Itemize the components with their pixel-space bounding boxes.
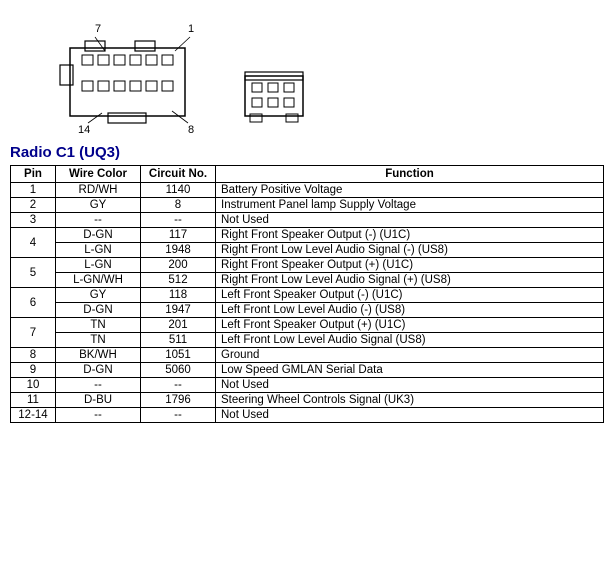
cell-pin: 12-14: [11, 408, 56, 423]
cell-pin: 2: [11, 198, 56, 213]
header-circuit-no: Circuit No.: [141, 166, 216, 183]
cell-circuit-no: --: [141, 408, 216, 423]
cell-wire-color: L-GN: [56, 243, 141, 258]
cell-pin: 11: [11, 393, 56, 408]
cell-wire-color: --: [56, 213, 141, 228]
cell-function: Not Used: [216, 408, 604, 423]
cell-function: Left Front Low Level Audio (-) (US8): [216, 303, 604, 318]
cell-pin: 3: [11, 213, 56, 228]
cell-function: Left Front Low Level Audio Signal (US8): [216, 333, 604, 348]
header-wire-color: Wire Color: [56, 166, 141, 183]
table-row: 10----Not Used: [11, 378, 604, 393]
label-8: 8: [188, 124, 194, 136]
cell-wire-color: GY: [56, 288, 141, 303]
cell-pin: 7: [11, 318, 56, 348]
cell-function: Instrument Panel lamp Supply Voltage: [216, 198, 604, 213]
label-7: 7: [95, 23, 101, 35]
cell-wire-color: D-BU: [56, 393, 141, 408]
small-connector-svg: [240, 68, 310, 128]
cell-circuit-no: 512: [141, 273, 216, 288]
cell-pin: 4: [11, 228, 56, 258]
cell-pin: 1: [11, 183, 56, 198]
cell-wire-color: TN: [56, 318, 141, 333]
cell-circuit-no: 1796: [141, 393, 216, 408]
cell-wire-color: BK/WH: [56, 348, 141, 363]
cell-function: Steering Wheel Controls Signal (UK3): [216, 393, 604, 408]
cell-function: Right Front Speaker Output (+) (U1C): [216, 258, 604, 273]
cell-pin: 6: [11, 288, 56, 318]
table-row: 3----Not Used: [11, 213, 604, 228]
cell-circuit-no: 1051: [141, 348, 216, 363]
cell-wire-color: TN: [56, 333, 141, 348]
table-row: 11D-BU1796Steering Wheel Controls Signal…: [11, 393, 604, 408]
cell-function: Right Front Speaker Output (-) (U1C): [216, 228, 604, 243]
table-row: D-GN1947Left Front Low Level Audio (-) (…: [11, 303, 604, 318]
cell-circuit-no: 8: [141, 198, 216, 213]
cell-circuit-no: 1947: [141, 303, 216, 318]
table-row: 7TN201Left Front Speaker Output (+) (U1C…: [11, 318, 604, 333]
cell-pin: 8: [11, 348, 56, 363]
section-title: Radio C1 (UQ3): [10, 144, 604, 161]
header-function: Function: [216, 166, 604, 183]
label-14: 14: [78, 124, 90, 136]
cell-function: Right Front Low Level Audio Signal (-) (…: [216, 243, 604, 258]
cell-wire-color: GY: [56, 198, 141, 213]
cell-function: Low Speed GMLAN Serial Data: [216, 363, 604, 378]
page-container: 7 1 14 8: [0, 0, 614, 431]
cell-function: Right Front Low Level Audio Signal (+) (…: [216, 273, 604, 288]
table-row: 12-14----Not Used: [11, 408, 604, 423]
table-row: L-GN1948Right Front Low Level Audio Sign…: [11, 243, 604, 258]
cell-function: Not Used: [216, 213, 604, 228]
label-1: 1: [188, 23, 194, 35]
cell-wire-color: L-GN/WH: [56, 273, 141, 288]
cell-function: Left Front Speaker Output (-) (U1C): [216, 288, 604, 303]
cell-circuit-no: 1948: [141, 243, 216, 258]
cell-circuit-no: 201: [141, 318, 216, 333]
diagram-area: 7 1 14 8: [10, 8, 604, 138]
cell-pin: 5: [11, 258, 56, 288]
cell-pin: 10: [11, 378, 56, 393]
wiring-table: Pin Wire Color Circuit No. Function 1RD/…: [10, 165, 604, 423]
cell-wire-color: D-GN: [56, 363, 141, 378]
cell-wire-color: D-GN: [56, 303, 141, 318]
table-row: 6GY118Left Front Speaker Output (-) (U1C…: [11, 288, 604, 303]
cell-circuit-no: 117: [141, 228, 216, 243]
table-row: L-GN/WH512Right Front Low Level Audio Si…: [11, 273, 604, 288]
cell-function: Not Used: [216, 378, 604, 393]
cell-wire-color: --: [56, 408, 141, 423]
table-row: 8BK/WH1051Ground: [11, 348, 604, 363]
cell-pin: 9: [11, 363, 56, 378]
cell-circuit-no: --: [141, 378, 216, 393]
table-row: 4D-GN117Right Front Speaker Output (-) (…: [11, 228, 604, 243]
table-row: 9D-GN5060Low Speed GMLAN Serial Data: [11, 363, 604, 378]
table-row: 1RD/WH1140Battery Positive Voltage: [11, 183, 604, 198]
cell-wire-color: D-GN: [56, 228, 141, 243]
cell-circuit-no: 5060: [141, 363, 216, 378]
cell-wire-color: RD/WH: [56, 183, 141, 198]
cell-circuit-no: 511: [141, 333, 216, 348]
cell-circuit-no: 1140: [141, 183, 216, 198]
header-pin: Pin: [11, 166, 56, 183]
table-header-row: Pin Wire Color Circuit No. Function: [11, 166, 604, 183]
cell-function: Ground: [216, 348, 604, 363]
table-row: TN511Left Front Low Level Audio Signal (…: [11, 333, 604, 348]
cell-circuit-no: --: [141, 213, 216, 228]
connector-small: [240, 68, 310, 128]
cell-wire-color: --: [56, 378, 141, 393]
table-row: 2GY8Instrument Panel lamp Supply Voltage: [11, 198, 604, 213]
connector-main: 7 1 14 8: [40, 23, 200, 138]
cell-circuit-no: 200: [141, 258, 216, 273]
table-row: 5L-GN200Right Front Speaker Output (+) (…: [11, 258, 604, 273]
cell-circuit-no: 118: [141, 288, 216, 303]
cell-function: Battery Positive Voltage: [216, 183, 604, 198]
cell-function: Left Front Speaker Output (+) (U1C): [216, 318, 604, 333]
main-connector-svg: [40, 23, 200, 138]
cell-wire-color: L-GN: [56, 258, 141, 273]
